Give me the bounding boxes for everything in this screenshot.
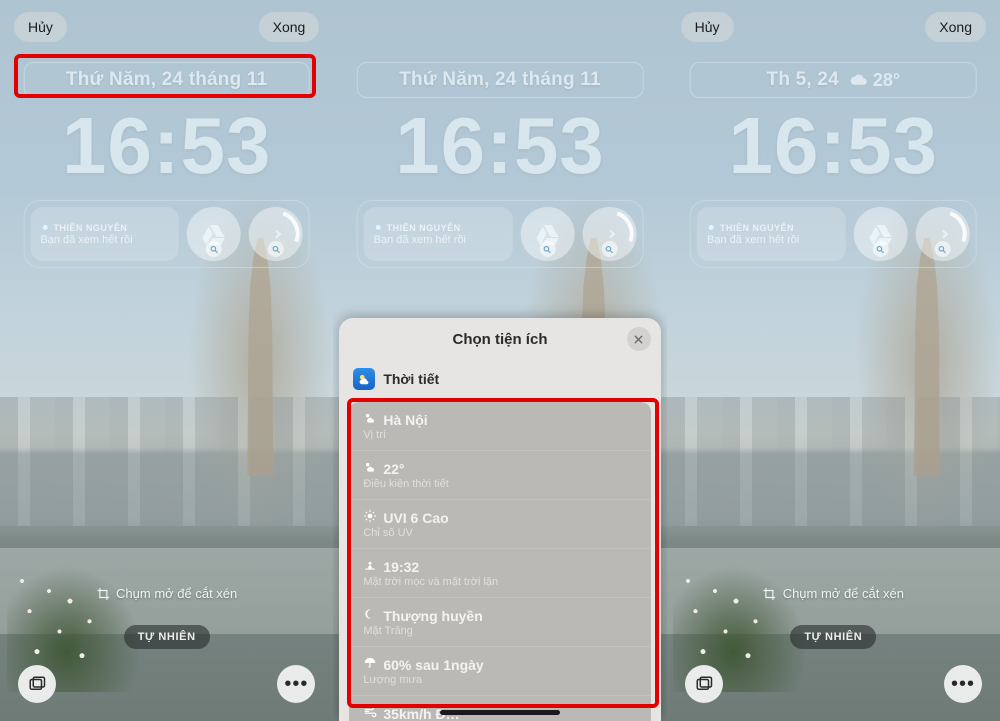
photos-icon bbox=[28, 675, 46, 693]
widget-option[interactable]: 60% sau 1ngàyLượng mưa bbox=[349, 646, 650, 695]
message-from: THIÊN NGUYỄN bbox=[374, 223, 503, 233]
more-button[interactable]: ••• bbox=[944, 665, 982, 703]
moon-icon bbox=[363, 607, 377, 624]
weather-app-icon bbox=[353, 368, 375, 390]
message-body: Bạn đã xem hết rồi bbox=[40, 234, 169, 246]
close-icon bbox=[633, 334, 644, 345]
crop-hint: Chụm mở để cắt xén bbox=[96, 586, 237, 601]
widget-option[interactable]: 22°Điều kiện thời tiết bbox=[349, 450, 650, 499]
shortcut-widget[interactable] bbox=[249, 207, 303, 261]
inline-weather-widget[interactable]: 28° bbox=[849, 70, 900, 91]
widget-option[interactable]: 35km/h Đ… bbox=[349, 695, 650, 721]
shortcut-widget[interactable] bbox=[582, 207, 636, 261]
date-text: Thứ Năm, 24 tháng 11 bbox=[66, 69, 267, 90]
photos-button[interactable] bbox=[685, 665, 723, 703]
drive-widget[interactable] bbox=[187, 207, 241, 261]
drive-widget[interactable] bbox=[854, 207, 908, 261]
widget-row[interactable]: THIÊN NGUYỄN Bạn đã xem hết rồi bbox=[357, 200, 644, 268]
mini-search-icon bbox=[268, 241, 284, 257]
mini-search-icon bbox=[935, 241, 951, 257]
mini-search-icon bbox=[873, 241, 889, 257]
widget-option[interactable]: Hà NộiVị trí bbox=[349, 402, 650, 450]
cloud-sun-icon bbox=[363, 411, 377, 428]
widget-option-list: Hà NộiVị trí22°Điều kiện thời tiếtUVI 6 … bbox=[349, 402, 650, 721]
crop-icon bbox=[763, 587, 777, 601]
sheet-title: Chọn tiện ích bbox=[452, 331, 547, 348]
shortcut-widget[interactable] bbox=[916, 207, 970, 261]
message-from: THIÊN NGUYỄN bbox=[707, 223, 836, 233]
message-widget[interactable]: THIÊN NGUYỄN Bạn đã xem hết rồi bbox=[697, 207, 846, 261]
umbrella-icon bbox=[363, 656, 377, 673]
mini-search-icon bbox=[601, 241, 617, 257]
phone-screen-3: Hủy Xong Th 5, 24 28° 16:53 THIÊN NGUYỄN… bbox=[667, 0, 1000, 721]
widget-row[interactable]: THIÊN NGUYỄN Bạn đã xem hết rồi bbox=[23, 200, 310, 268]
done-button[interactable]: Xong bbox=[259, 12, 320, 42]
mini-search-icon bbox=[206, 241, 222, 257]
message-from: THIÊN NGUYỄN bbox=[40, 223, 169, 233]
date-widget[interactable]: Th 5, 24 28° bbox=[690, 62, 977, 98]
phone-screen-2: Thứ Năm, 24 tháng 11 16:53 THIÊN NGUYỄN … bbox=[333, 0, 666, 721]
widget-option[interactable]: 19:32Mặt trời mọc và mặt trời lặn bbox=[349, 548, 650, 597]
wind-icon bbox=[363, 705, 377, 721]
sunrise-icon bbox=[363, 558, 377, 575]
photos-icon bbox=[695, 675, 713, 693]
clock[interactable]: 16:53 bbox=[0, 100, 333, 192]
crop-icon bbox=[96, 587, 110, 601]
message-body: Bạn đã xem hết rồi bbox=[707, 234, 836, 246]
close-button[interactable] bbox=[627, 327, 651, 351]
date-widget[interactable]: Thứ Năm, 24 tháng 11 bbox=[23, 62, 310, 98]
sheet-section: Thời tiết bbox=[339, 360, 660, 398]
clock[interactable]: 16:53 bbox=[667, 100, 1000, 192]
done-button[interactable]: Xong bbox=[925, 12, 986, 42]
date-text: Th 5, 24 bbox=[767, 69, 839, 91]
drive-widget[interactable] bbox=[520, 207, 574, 261]
phone-screen-1: Hủy Xong Thứ Năm, 24 tháng 11 16:53 THIÊ… bbox=[0, 0, 333, 721]
widget-option[interactable]: Thượng huyềnMặt Trăng bbox=[349, 597, 650, 646]
style-pill[interactable]: TỰ NHIÊN bbox=[124, 625, 210, 649]
more-button[interactable]: ••• bbox=[277, 665, 315, 703]
crop-hint: Chụm mở để cắt xén bbox=[763, 586, 904, 601]
cloud-icon bbox=[849, 72, 869, 88]
widget-row[interactable]: THIÊN NGUYỄN Bạn đã xem hết rồi bbox=[690, 200, 977, 268]
cancel-button[interactable]: Hủy bbox=[681, 12, 734, 42]
message-body: Bạn đã xem hết rồi bbox=[374, 234, 503, 246]
cancel-button[interactable]: Hủy bbox=[14, 12, 67, 42]
message-widget[interactable]: THIÊN NGUYỄN Bạn đã xem hết rồi bbox=[364, 207, 513, 261]
message-widget[interactable]: THIÊN NGUYỄN Bạn đã xem hết rồi bbox=[30, 207, 179, 261]
photos-button[interactable] bbox=[18, 665, 56, 703]
sun-icon bbox=[363, 509, 377, 526]
date-widget[interactable]: Thứ Năm, 24 tháng 11 bbox=[357, 62, 644, 98]
home-indicator bbox=[440, 710, 560, 715]
style-pill[interactable]: TỰ NHIÊN bbox=[790, 625, 876, 649]
sheet-header: Chọn tiện ích bbox=[339, 318, 660, 360]
widget-option[interactable]: UVI 6 CaoChỉ số UV bbox=[349, 499, 650, 548]
date-text: Thứ Năm, 24 tháng 11 bbox=[399, 69, 600, 90]
clock[interactable]: 16:53 bbox=[333, 100, 666, 192]
widget-picker-sheet: Chọn tiện ích Thời tiết Hà NộiVị trí22°Đ… bbox=[339, 318, 660, 721]
cloud-sun-icon bbox=[363, 460, 377, 477]
mini-search-icon bbox=[539, 241, 555, 257]
